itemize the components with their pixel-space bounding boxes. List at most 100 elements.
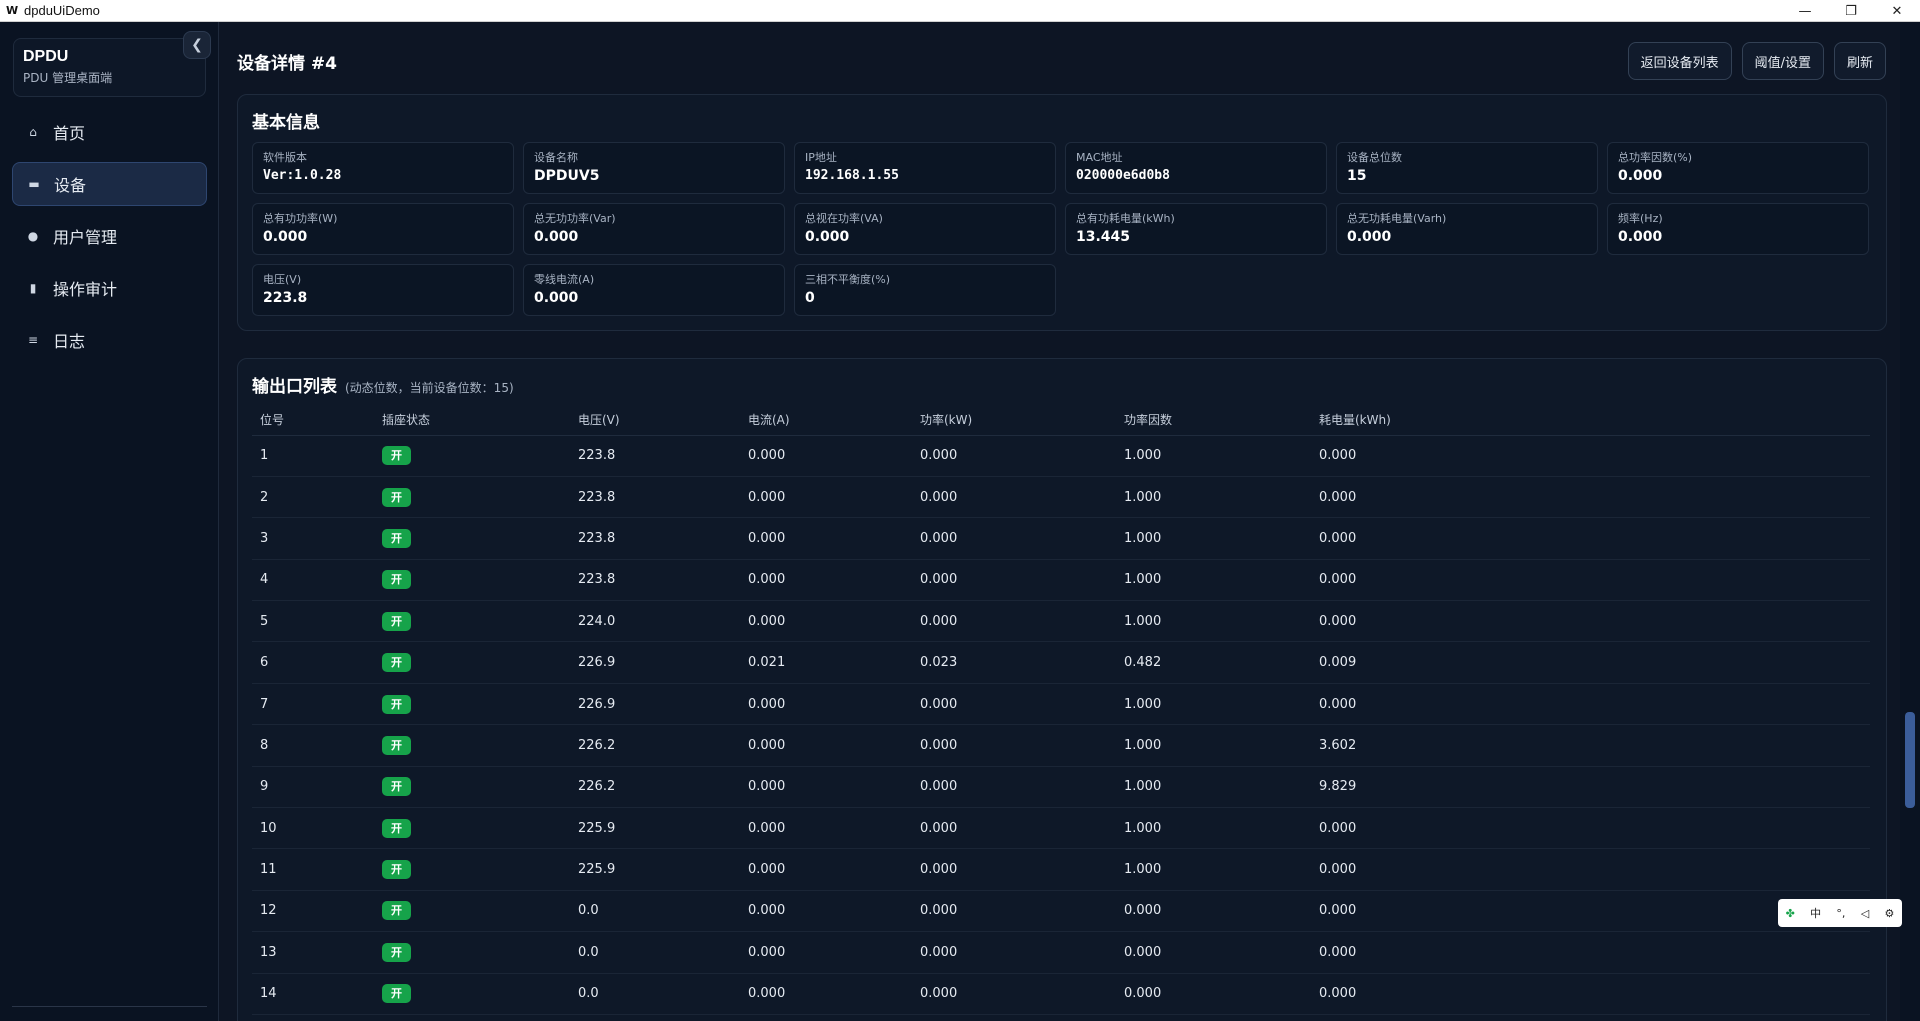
table-cell: 0.000 <box>912 476 1116 519</box>
table-cell: 13 <box>252 931 374 974</box>
info-field-label: 总有功耗电量(kWh) <box>1076 212 1175 225</box>
table-cell: 0.000 <box>740 600 912 643</box>
table-row: 3 开 223.8 0.000 0.000 1.000 0.000 <box>252 517 1870 560</box>
info-field-value: 223.8 <box>263 290 308 306</box>
chevron-left-icon: ❮ <box>191 37 203 53</box>
app-icon: W <box>6 3 19 17</box>
table-cell: 1.000 <box>1116 559 1311 602</box>
info-field-label: MAC地址 <box>1076 151 1123 164</box>
status-badge: 开 <box>382 860 411 880</box>
sidebar-nav: ⌂ 首页 ▬ 设备 ● 用户管理 ▮ 操作审计 ≡ 日志 <box>12 110 207 370</box>
restore-icon[interactable]: ❐ <box>1828 0 1874 22</box>
vertical-scrollbar[interactable] <box>1900 22 1920 1021</box>
basic-info-grid: 软件版本 Ver:1.0.28 设备名称 DPDUV5 IP地址 192.168.1.55… <box>252 142 1869 316</box>
minimize-icon[interactable]: — <box>1782 0 1828 22</box>
scrollbar-thumb[interactable] <box>1905 712 1915 808</box>
status-badge: 开 <box>382 777 411 797</box>
page-title: 设备详情 #4 <box>237 54 337 74</box>
status-badge: 开 <box>382 818 411 838</box>
collapse-sidebar-button[interactable]: ❮ <box>183 31 211 59</box>
table-cell: 0.000 <box>740 848 912 891</box>
document-icon: ▮ <box>29 281 37 295</box>
table-cell: 0.000 <box>1311 435 1870 477</box>
sidebar-item-devices[interactable]: ▬ 设备 <box>12 162 207 206</box>
table-cell: 223.8 <box>570 559 740 602</box>
threshold-settings-button[interactable]: 阈值/设置 <box>1741 42 1824 80</box>
table-cell: 6 <box>252 641 374 684</box>
table-cell: 0.000 <box>740 931 912 974</box>
table-cell: 0.000 <box>912 973 1116 1015</box>
info-field-label: 设备名称 <box>534 151 578 164</box>
info-field-value: 020000e6d0b8 <box>1076 168 1170 183</box>
status-badge: 开 <box>382 446 411 466</box>
basic-info-card: 基本信息 软件版本 Ver:1.0.28 设备名称 DPDUV5 IP地址 192.168… <box>237 94 1887 331</box>
sidebar-item-users[interactable]: ● 用户管理 <box>12 214 207 258</box>
table-cell: 3.602 <box>1311 724 1870 767</box>
table-cell: 223.8 <box>570 435 740 477</box>
ime-punct-item[interactable]: °, <box>1836 907 1845 920</box>
info-field-value: 15 <box>1347 168 1367 184</box>
info-field-value: 0.000 <box>1347 229 1392 245</box>
table-cell: 14 <box>252 973 374 1015</box>
info-field: IP地址 192.168.1.55 <box>794 142 1056 194</box>
table-cell: 226.2 <box>570 766 740 809</box>
info-field-label: 总无功耗电量(Varh) <box>1347 212 1447 225</box>
table-cell: 3 <box>252 517 374 560</box>
info-field: 总有功功率(W) 0.000 <box>252 203 514 255</box>
table-row: 2 开 223.8 0.000 0.000 1.000 0.000 <box>252 476 1870 519</box>
table-cell: 0.000 <box>912 931 1116 974</box>
table-cell: 7 <box>252 683 374 726</box>
outputs-note: (动态位数，当前设备位数：15) <box>345 381 514 395</box>
column-header: 功率(kW) <box>912 405 1116 436</box>
info-field: 总有功耗电量(kWh) 13.445 <box>1065 203 1327 255</box>
table-cell: 9 <box>252 766 374 809</box>
sidebar-item-label: 首页 <box>53 124 86 143</box>
sidebar-item-logs[interactable]: ≡ 日志 <box>12 318 207 362</box>
close-icon[interactable]: ✕ <box>1874 0 1920 22</box>
table-cell: 0.000 <box>1116 931 1311 974</box>
ime-settings-icon[interactable]: ⚙ <box>1884 907 1894 920</box>
table-cell: 223.8 <box>570 517 740 560</box>
info-field-label: IP地址 <box>805 151 837 164</box>
info-field: 总视在功率(VA) 0.000 <box>794 203 1056 255</box>
column-header: 功率因数 <box>1116 405 1311 436</box>
info-field-label: 总视在功率(VA) <box>805 212 883 225</box>
socket-status-cell: 开 <box>374 683 570 726</box>
table-header-row: 位号 插座状态 电压(V) 电流(A) 功率(kW) 功率因数 耗电量(kWh) <box>252 405 1870 436</box>
table-cell: 0.000 <box>1311 973 1870 1015</box>
table-row: 14 开 0.0 0.000 0.000 0.000 0.000 <box>252 973 1870 1015</box>
refresh-button[interactable]: 刷新 <box>1833 42 1886 80</box>
table-cell: 0.000 <box>1311 517 1870 560</box>
info-field-value: 0.000 <box>1618 168 1663 184</box>
table-cell: 0.482 <box>1116 641 1311 684</box>
table-cell: 0.000 <box>740 807 912 850</box>
ime-mode-item[interactable]: 中 <box>1810 905 1821 921</box>
socket-status-cell: 开 <box>374 724 570 767</box>
back-to-device-list-button[interactable]: 返回设备列表 <box>1627 42 1732 80</box>
sidebar-item-audit[interactable]: ▮ 操作审计 <box>12 266 207 310</box>
sidebar: DPDU PDU 管理桌面端 ❮ ⌂ 首页 ▬ 设备 ● 用户管理 ▮ 操作审计… <box>0 22 219 1021</box>
ime-logo-icon[interactable]: ✤ <box>1786 907 1795 920</box>
table-cell: 1 <box>252 435 374 477</box>
window-title: dpduUiDemo <box>24 3 100 18</box>
table-cell: 226.9 <box>570 641 740 684</box>
table-row: 5 开 224.0 0.000 0.000 1.000 0.000 <box>252 600 1870 643</box>
socket-status-cell: 开 <box>374 559 570 602</box>
table-cell: 0.000 <box>912 683 1116 726</box>
info-field: MAC地址 020000e6d0b8 <box>1065 142 1327 194</box>
column-header: 耗电量(kWh) <box>1311 405 1870 436</box>
info-field: 总无功功率(Var) 0.000 <box>523 203 785 255</box>
home-icon: ⌂ <box>29 125 37 139</box>
table-row: 13 开 0.0 0.000 0.000 0.000 0.000 <box>252 931 1870 974</box>
sidebar-item-home[interactable]: ⌂ 首页 <box>12 110 207 154</box>
info-field-label: 总有功功率(W) <box>263 212 338 225</box>
socket-status-cell: 开 <box>374 890 570 933</box>
socket-status-cell: 开 <box>374 931 570 974</box>
ime-send-icon[interactable]: ◁ <box>1861 907 1869 920</box>
basic-info-title: 基本信息 <box>252 113 320 133</box>
table-cell: 0.000 <box>740 435 912 477</box>
table-cell: 11 <box>252 848 374 891</box>
table-cell: 0.000 <box>912 848 1116 891</box>
column-header: 插座状态 <box>374 405 570 436</box>
table-cell: 226.2 <box>570 724 740 767</box>
